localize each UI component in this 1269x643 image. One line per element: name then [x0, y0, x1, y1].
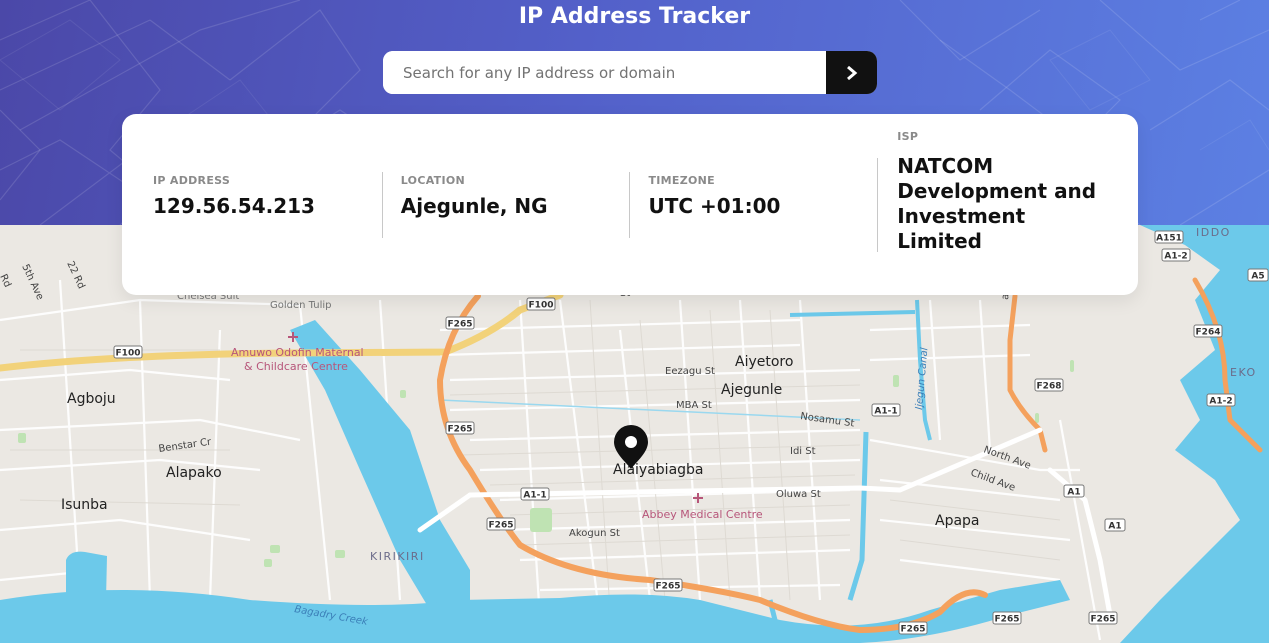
svg-text:A1: A1 [1108, 522, 1121, 532]
svg-text:F268: F268 [1037, 382, 1062, 392]
svg-text:F265: F265 [1091, 615, 1116, 625]
svg-text:A1-1: A1-1 [523, 491, 546, 501]
svg-text:A5: A5 [1251, 272, 1264, 282]
location-value: Ajegunle, NG [400, 193, 548, 218]
svg-text:Amuwo Odofin Maternal: Amuwo Odofin Maternal [231, 346, 364, 359]
place-alaiyabiagba: Alaiyabiagba [613, 462, 704, 478]
svg-text:F265: F265 [448, 425, 473, 435]
svg-text:F265: F265 [489, 521, 514, 531]
svg-text:F265: F265 [448, 320, 473, 330]
svg-text:A1: A1 [1067, 488, 1080, 498]
place-apapa: Apapa [935, 513, 980, 529]
svg-text:F265: F265 [656, 582, 681, 592]
svg-text:MBA St: MBA St [676, 400, 712, 411]
location-field: Location Ajegunle, NG [381, 171, 630, 238]
svg-text:Abbey Medical Centre: Abbey Medical Centre [642, 508, 763, 521]
search-button[interactable] [826, 51, 877, 94]
location-label: Location [400, 173, 466, 187]
timezone-label: Timezone [648, 173, 715, 187]
place-isunba: Isunba [61, 497, 108, 513]
svg-text:& Childcare Centre: & Childcare Centre [244, 360, 348, 373]
svg-text:F264: F264 [1196, 328, 1221, 338]
svg-text:F100: F100 [116, 349, 141, 359]
place-aiyetoro: Aiyetoro [735, 354, 793, 370]
place-agboju: Agboju [67, 391, 116, 407]
svg-text:F265: F265 [901, 625, 926, 635]
search-bar [383, 51, 877, 94]
svg-text:A1-2: A1-2 [1209, 397, 1232, 407]
svg-text:Golden Tulip: Golden Tulip [270, 300, 332, 311]
svg-text:A1-1: A1-1 [874, 407, 897, 417]
place-kirikiri: KIRIKIRI [370, 550, 425, 563]
svg-text:A151: A151 [1156, 234, 1182, 244]
svg-text:Oluwa St: Oluwa St [776, 489, 821, 500]
isp-label: ISP [897, 129, 919, 143]
place-alapako: Alapako [166, 465, 222, 481]
search-input[interactable] [383, 51, 826, 94]
chevron-right-icon [846, 65, 857, 80]
place-ajegunle: Ajegunle [721, 382, 782, 398]
isp-value: NATCOM Development and Investment Limite… [897, 153, 1097, 253]
ip-address-label: IP Address [153, 173, 231, 187]
isp-field: ISP NATCOM Development and Investment Li… [877, 130, 1107, 253]
timezone-value: UTC +01:00 [648, 193, 781, 218]
svg-text:Akogun St: Akogun St [569, 528, 620, 539]
ip-tracker-page: IP Address Tracker IP Address 129.56.54.… [0, 0, 1269, 643]
svg-text:F265: F265 [995, 615, 1020, 625]
svg-text:Eezagu St: Eezagu St [665, 366, 715, 377]
info-card: IP Address 129.56.54.213 Location Ajegun… [122, 114, 1138, 295]
ip-address-value: 129.56.54.213 [153, 193, 315, 218]
svg-text:Idi St: Idi St [790, 446, 816, 457]
ip-address-field: IP Address 129.56.54.213 [153, 172, 382, 238]
timezone-field: Timezone UTC +01:00 [629, 171, 877, 238]
svg-text:A1-2: A1-2 [1164, 252, 1187, 262]
place-iddo: IDDO [1196, 226, 1231, 239]
place-eko: EKO [1230, 366, 1257, 379]
svg-text:F100: F100 [529, 301, 554, 311]
page-title: IP Address Tracker [518, 4, 751, 29]
